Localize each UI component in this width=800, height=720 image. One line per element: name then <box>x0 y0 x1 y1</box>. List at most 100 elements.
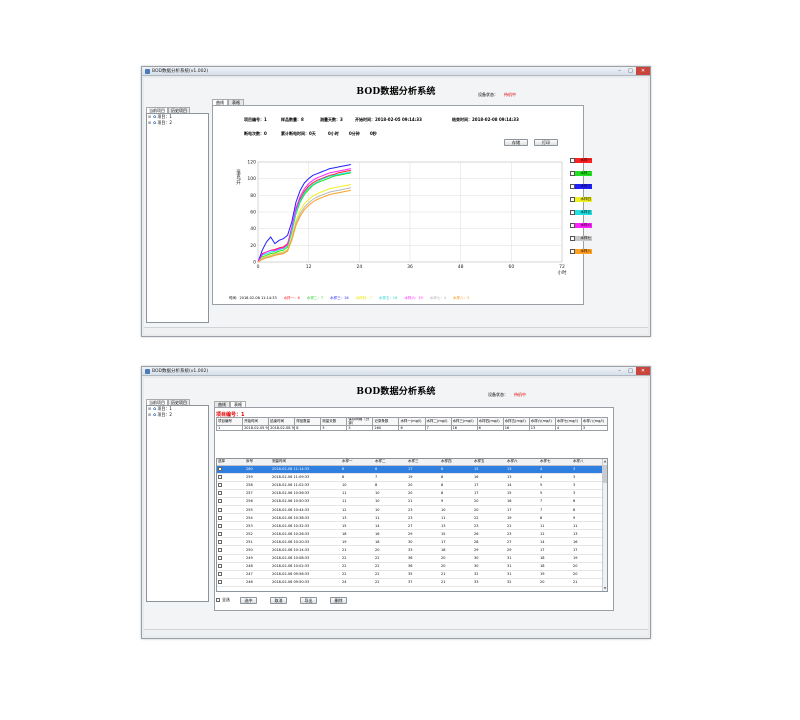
row-checkbox[interactable] <box>218 556 222 561</box>
row-checkbox[interactable] <box>218 475 222 480</box>
table-cell: 31 <box>506 570 539 579</box>
summary-value-cell: 16 <box>502 425 530 432</box>
row-select-cell[interactable] <box>217 578 245 587</box>
row-checkbox[interactable] <box>218 491 222 496</box>
table-cell: 3 <box>572 481 604 490</box>
row-select-cell[interactable] <box>217 481 245 490</box>
export-button[interactable]: 导出 <box>300 597 317 604</box>
select-all-checkbox[interactable] <box>216 598 220 602</box>
row-select-cell[interactable] <box>217 521 245 531</box>
table-cell: 14 <box>374 521 407 531</box>
table-cell: 17 <box>539 545 572 555</box>
power-off-total-days: 累计断电时间：0天 <box>281 131 316 136</box>
readout-item: 水样四：7 <box>355 296 372 300</box>
maximize-icon[interactable]: □ <box>625 367 636 375</box>
row-select-cell[interactable] <box>217 513 245 523</box>
table-row[interactable]: 259 2018-02-06 11:09:33 8 7 19 8 16 13 4 3 <box>217 473 604 482</box>
table-cell: 2018-02-06 10:14:33 <box>271 545 341 555</box>
legend-item-5[interactable]: 水样五 <box>570 209 592 215</box>
row-select-cell[interactable] <box>217 554 245 563</box>
title-bar[interactable]: BOD数据分析系统(v1.002) – □ ✕ <box>142 366 650 376</box>
table-row[interactable]: 253 2018-02-06 10:32:33 15 14 27 13 23 21 11 11 <box>217 521 604 531</box>
table-cell: 20 <box>407 489 440 498</box>
table-cell: 15 <box>473 465 506 474</box>
table-cell: 23 <box>407 505 440 515</box>
row-select-cell[interactable] <box>217 505 245 515</box>
table-row[interactable]: 246 2018-02-06 09:50:33 24 22 37 21 33 32 20 21 <box>217 578 604 587</box>
y-tick-label: 40 <box>250 226 256 232</box>
table-row[interactable]: 256 2018-02-06 10:50:33 11 10 21 9 20 16 7 6 <box>217 497 604 506</box>
tree-item-project-2[interactable]: ⊞ ✿ 项目：2 <box>147 120 208 126</box>
expander-icon[interactable]: ⊞ <box>147 120 152 126</box>
row-select-cell[interactable] <box>217 537 245 547</box>
table-cell: 254 <box>245 513 271 523</box>
expander-icon[interactable]: ⊞ <box>147 412 152 418</box>
record-grid: 选择 序号 测量时间 水样一 水样二 水样三 水样四 水样五 水样六 水样七 水样八 260 2018… <box>216 458 608 592</box>
legend-item-7[interactable]: 水样七 <box>570 235 592 241</box>
summary-value-cell: 5 <box>346 425 374 432</box>
row-select-cell[interactable] <box>217 570 245 579</box>
y-tick-label: 20 <box>250 243 256 249</box>
table-cell: 22 <box>374 554 407 563</box>
row-select-cell[interactable] <box>217 545 245 555</box>
row-select-cell[interactable] <box>217 529 245 539</box>
row-checkbox[interactable] <box>218 531 222 536</box>
row-select-cell[interactable] <box>217 473 245 482</box>
row-select-cell[interactable] <box>217 562 245 571</box>
row-select-cell[interactable] <box>217 465 245 474</box>
table-row[interactable]: 248 2018-02-06 10:02:33 22 22 36 20 30 31 18 20 <box>217 562 604 571</box>
table-row[interactable]: 247 2018-02-06 09:56:33 22 22 35 21 32 31 19 20 <box>217 570 604 579</box>
title-bar[interactable]: BOD数据分析系统(v1.002) – □ ✕ <box>142 66 650 76</box>
legend-item-6[interactable]: 水样六 <box>570 222 592 228</box>
close-icon[interactable]: ✕ <box>636 66 650 75</box>
tree-item-project-2[interactable]: ⊞ ✿ 项目：2 <box>147 412 208 418</box>
row-checkbox[interactable] <box>218 483 222 488</box>
cancel-button[interactable]: 取消 <box>270 597 287 604</box>
legend-item-2[interactable]: 水样二 <box>570 170 592 176</box>
minimize-icon[interactable]: – <box>614 67 625 75</box>
row-checkbox[interactable] <box>218 572 222 577</box>
row-checkbox[interactable] <box>218 539 222 544</box>
row-select-cell[interactable] <box>217 497 245 506</box>
row-checkbox[interactable] <box>218 467 222 472</box>
legend-item-4[interactable]: 水样四 <box>570 196 592 202</box>
legend-item-3[interactable]: 水样三 <box>570 183 592 189</box>
summary-value-cell: 3 <box>320 425 348 432</box>
row-checkbox[interactable] <box>218 507 222 512</box>
table-cell: 10 <box>341 481 374 490</box>
row-checkbox[interactable] <box>218 499 222 504</box>
table-cell: 2018-02-06 10:44:33 <box>271 505 341 515</box>
scroll-up-icon[interactable]: ▲ <box>603 459 607 464</box>
table-row[interactable]: 254 2018-02-06 10:38:33 13 11 23 11 22 19 8 9 <box>217 513 604 523</box>
table-row[interactable]: 251 2018-02-06 10:20:33 19 18 30 17 28 27 14 16 <box>217 537 604 547</box>
table-cell: 18 <box>341 529 374 539</box>
table-row[interactable]: 249 2018-02-06 10:08:33 22 22 36 20 30 31 18 19 <box>217 554 604 563</box>
table-cell: 10 <box>374 505 407 515</box>
table-cell: 255 <box>245 505 271 515</box>
row-checkbox[interactable] <box>218 564 222 569</box>
select-all-control[interactable]: 全选 <box>216 597 230 603</box>
legend-item-8[interactable]: 水样八 <box>570 248 592 254</box>
row-checkbox[interactable] <box>218 580 222 585</box>
maximize-icon[interactable]: □ <box>625 67 636 75</box>
table-cell: 4 <box>539 473 572 482</box>
row-checkbox[interactable] <box>218 515 222 520</box>
row-select-cell[interactable] <box>217 489 245 498</box>
minimize-icon[interactable]: – <box>614 367 625 375</box>
table-row[interactable]: 260 2018-02-06 11:14:33 6 6 17 6 15 13 4 3 <box>217 465 604 474</box>
select-button[interactable]: 选中 <box>240 597 257 604</box>
app-window-curve: BOD数据分析系统(v1.002) – □ ✕ BOD数据分析系统 设备状态： 待… <box>141 66 651 337</box>
scrollbar-thumb[interactable] <box>603 465 607 483</box>
table-row[interactable]: 257 2018-02-06 10:56:33 11 10 20 8 17 15 5 3 <box>217 489 604 498</box>
row-checkbox[interactable] <box>218 523 222 528</box>
table-row[interactable]: 258 2018-02-06 11:02:33 10 8 20 8 17 14 5 3 <box>217 481 604 490</box>
delete-button[interactable]: 删除 <box>330 597 347 604</box>
table-row[interactable]: 250 2018-02-06 10:14:33 21 20 33 18 29 29 17 17 <box>217 545 604 555</box>
table-row[interactable]: 252 2018-02-06 10:26:33 18 16 29 15 26 23 12 13 <box>217 529 604 539</box>
table-row[interactable]: 255 2018-02-06 10:44:33 12 10 23 10 20 17 7 8 <box>217 505 604 515</box>
close-icon[interactable]: ✕ <box>636 366 650 375</box>
legend-item-1[interactable]: 水样一 <box>570 157 592 163</box>
vertical-scrollbar[interactable]: ▲ ▼ <box>602 459 607 591</box>
row-checkbox[interactable] <box>218 547 222 552</box>
scroll-down-icon[interactable]: ▼ <box>603 586 607 591</box>
